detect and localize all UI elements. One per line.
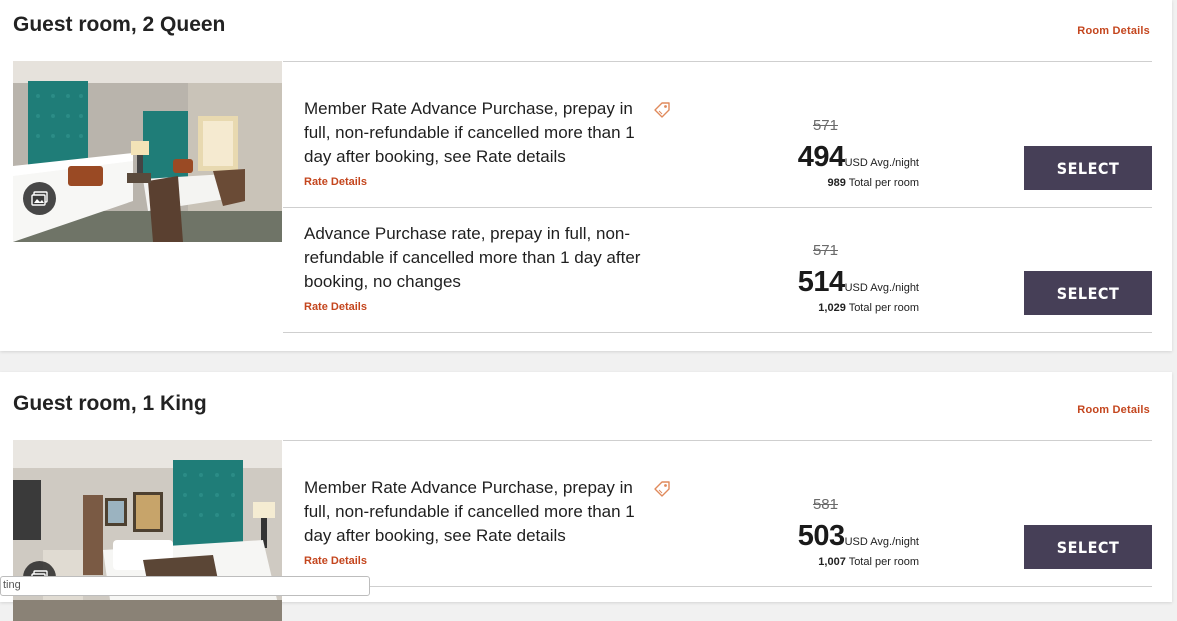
price-main: 503USD Avg./night <box>798 520 919 553</box>
rate-description: Advance Purchase rate, prepay in full, n… <box>304 224 641 291</box>
room-photo-image <box>13 61 282 242</box>
nightly-price: 514 <box>797 266 845 298</box>
price-unit: USD Avg./night <box>844 536 919 548</box>
original-price: 571 <box>812 242 838 259</box>
room-title: Guest room, 2 Queen <box>13 13 226 36</box>
price-main: 494USD Avg./night <box>798 141 919 174</box>
original-price: 571 <box>812 117 838 134</box>
room-photo[interactable] <box>13 61 282 242</box>
tag-icon[interactable] <box>652 100 672 120</box>
room-details-link[interactable]: Room Details <box>1077 25 1150 37</box>
total-value: 989 <box>827 177 846 189</box>
total-label: Total per room <box>848 177 919 189</box>
price-unit: USD Avg./night <box>844 282 919 294</box>
select-button[interactable]: SELECT <box>1024 146 1152 190</box>
room-card-2-queen: Guest room, 2 Queen Room Details Member … <box>0 0 1172 351</box>
tooltip-fragment: ting <box>0 576 370 596</box>
rate-description: Member Rate Advance Purchase, prepay in … <box>304 478 635 545</box>
gallery-icon[interactable] <box>23 182 56 215</box>
room-title: Guest room, 1 King <box>13 392 207 415</box>
total-price: 989 Total per room <box>827 177 919 189</box>
nightly-price: 503 <box>797 520 845 552</box>
divider <box>283 440 1152 441</box>
select-button[interactable]: SELECT <box>1024 271 1152 315</box>
rate-row: Advance Purchase rate, prepay in full, n… <box>283 207 1152 333</box>
total-label: Total per room <box>848 556 919 568</box>
select-button[interactable]: SELECT <box>1024 525 1152 569</box>
room-card-1-king: Guest room, 1 King Room Details Member R… <box>0 372 1172 621</box>
price-unit: USD Avg./night <box>844 157 919 169</box>
total-value: 1,007 <box>818 556 846 568</box>
tag-icon[interactable] <box>652 479 672 499</box>
divider <box>283 61 1152 62</box>
total-price: 1,007 Total per room <box>818 556 919 568</box>
room-details-link[interactable]: Room Details <box>1077 404 1150 416</box>
rate-description: Member Rate Advance Purchase, prepay in … <box>304 99 635 166</box>
rate-row: Member Rate Advance Purchase, prepay in … <box>283 82 1152 208</box>
rate-details-link[interactable]: Rate Details <box>304 555 367 567</box>
total-price: 1,029 Total per room <box>818 302 919 314</box>
rate-details-link[interactable]: Rate Details <box>304 176 367 188</box>
price-main: 514USD Avg./night <box>798 266 919 299</box>
total-label: Total per room <box>848 302 919 314</box>
rate-row: Member Rate Advance Purchase, prepay in … <box>283 461 1152 587</box>
rate-details-link[interactable]: Rate Details <box>304 301 367 313</box>
total-value: 1,029 <box>818 302 846 314</box>
original-price: 581 <box>812 496 838 513</box>
nightly-price: 494 <box>797 141 845 173</box>
